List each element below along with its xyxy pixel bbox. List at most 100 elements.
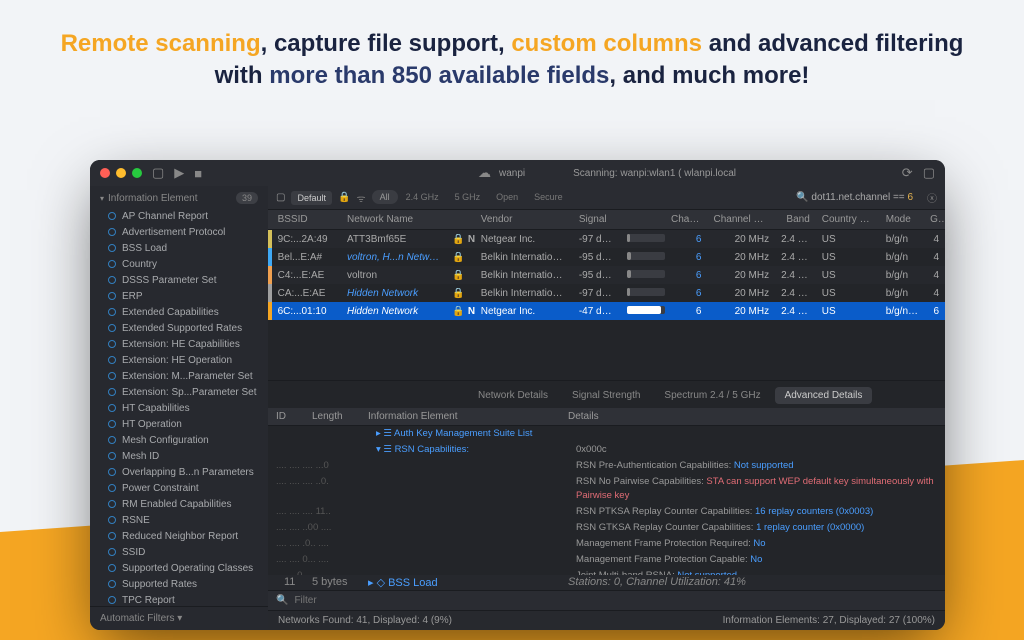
detail-row[interactable]: .... .... 0... ....Management Frame Prot… [268,552,945,568]
bullet-icon [108,484,116,492]
menu-icon[interactable]: ▢ [923,165,935,181]
sidebar-item[interactable]: Overlapping B...n Parameters [90,464,268,480]
bullet-icon [108,212,116,220]
filter-input[interactable]: Filter [294,595,316,606]
sidebar-header[interactable]: ▾Information Element 39 [90,186,268,208]
table-row[interactable]: 6C:...01:10Hidden Network🔒NNetgear Inc.-… [268,302,945,320]
table-body[interactable]: 9C:...2A:49ATT3Bmf65E🔒NNetgear Inc.-97 d… [268,230,945,320]
bullet-icon [108,340,116,348]
marketing-headline: Remote scanning, capture file support, c… [0,0,1024,105]
col-country-code[interactable]: Country Code [816,214,880,225]
minimize-icon[interactable] [116,168,126,178]
col-band[interactable]: Band [775,214,816,225]
app-window: ▢ ▶ ■ ☁ wanpi Scanning: wanpi:wlan1 ( wl… [90,160,945,630]
detail-row[interactable]: .... .... ..00 ....RSN GTKSA Replay Coun… [268,520,945,536]
sidebar-item[interactable]: SSID [90,544,268,560]
sidebar-item[interactable]: HT Capabilities [90,400,268,416]
window-titlebar: ▢ ▶ ■ ☁ wanpi Scanning: wanpi:wlan1 ( wl… [90,160,945,186]
sidebar-item[interactable]: Power Constraint [90,480,268,496]
bullet-icon [108,308,116,316]
sidebar-item[interactable]: Extension: HE Operation [90,352,268,368]
detail-row[interactable]: .... .... .... ...0RSN Pre-Authenticatio… [268,458,945,474]
detail-tab[interactable]: Network Details [468,387,558,404]
filter-pill[interactable]: 5 GHz [447,190,489,204]
filter-pill[interactable]: Open [488,190,526,204]
table-row[interactable]: 9C:...2A:49ATT3Bmf65E🔒NNetgear Inc.-97 d… [268,230,945,248]
detail-footer-row[interactable]: 11 5 bytes ▸ ◇ BSS Load Stations: 0, Cha… [268,575,945,590]
sidebar-item[interactable]: BSS Load [90,240,268,256]
sidebar-item[interactable]: Mesh ID [90,448,268,464]
detail-tab[interactable]: Signal Strength [562,387,650,404]
col-mode[interactable]: Mode [880,214,924,225]
close-icon[interactable] [100,168,110,178]
sidebar-item-label: HT Capabilities [122,403,190,414]
sidebar-item-label: Country [122,259,157,270]
filter-pill[interactable]: Secure [526,190,571,204]
table-row[interactable]: Bel...E:A#voltron, H...n Network🔒Belkin … [268,248,945,266]
detail-row[interactable]: .... ...0 .... ....Joint Multi-band RSNA… [268,568,945,575]
sidebar-item[interactable]: Country [90,256,268,272]
col-vendor[interactable]: Vendor [475,214,573,225]
profile-select[interactable]: Default [291,191,332,205]
sidebar-item[interactable]: Advertisement Protocol [90,224,268,240]
detail-row[interactable]: ▸ ☰ Auth Key Management Suite List [268,426,945,442]
sidebar-item[interactable]: Extended Supported Rates [90,320,268,336]
play-icon[interactable]: ▶ [174,165,184,181]
stop-icon[interactable]: ■ [194,166,202,181]
sidebar-item-label: Reduced Neighbor Report [122,531,238,542]
sidebar-item-label: Extension: M...Parameter Set [122,371,253,382]
wifi-icon: ᯤ [356,191,365,205]
detail-body[interactable]: ▸ ☰ Auth Key Management Suite List▾ ☰ RS… [268,426,945,575]
detail-row[interactable]: .... .... .0.. ....Management Frame Prot… [268,536,945,552]
sidebar: ▾Information Element 39 AP Channel Repor… [90,160,268,630]
filter-pill[interactable]: All [372,190,398,204]
sidebar-item[interactable]: Supported Operating Classes [90,560,268,576]
status-right: Information Elements: 27, Displayed: 27 … [723,615,935,626]
sidebar-item[interactable]: Supported Rates [90,576,268,592]
sidebar-item-label: HT Operation [122,419,182,430]
sidebar-item[interactable]: TPC Report [90,592,268,606]
search-field[interactable]: 🔍 dot11.net.channel == 6 [796,192,913,203]
filter-pill[interactable]: 2.4 GHz [398,190,447,204]
bullet-icon [108,596,116,604]
sidebar-item[interactable]: ERP [90,288,268,304]
sidebar-item[interactable]: RM Enabled Capabilities [90,496,268,512]
col-gen[interactable]: Ger [924,214,945,225]
sidebar-item[interactable]: Reduced Neighbor Report [90,528,268,544]
detail-row[interactable]: .... .... .... 11..RSN PTKSA Replay Coun… [268,504,945,520]
sidebar-item-label: Extension: HE Capabilities [122,339,240,350]
col-network-name[interactable]: Network Name [341,214,446,225]
col-signal[interactable]: Signal [573,214,621,225]
search-icon: 🔍 [276,595,288,606]
table-row[interactable]: CA:...E:AEHidden Network🔒Belkin Internat… [268,284,945,302]
sidebar-item[interactable]: Extension: M...Parameter Set [90,368,268,384]
main-panel: ▢ Default 🔒 ᯤ All2.4 GHz5 GHzOpenSecure … [268,160,945,630]
col-channel[interactable]: Channel [665,214,707,225]
sidebar-list[interactable]: AP Channel Report Advertisement ProtocolB… [90,208,268,606]
clear-search-icon[interactable]: ⓧ [927,190,937,205]
sidebar-item[interactable]: Extended Capabilities [90,304,268,320]
sidebar-toggle-icon[interactable]: ▢ [152,165,164,181]
traffic-lights[interactable] [100,168,142,178]
sidebar-item[interactable]: Mesh Configuration [90,432,268,448]
lock-icon: 🔒 [338,192,350,203]
sidebar-item[interactable]: Extension: Sp...Parameter Set [90,384,268,400]
table-row[interactable]: C4:...E:AEvoltron🔒Belkin International I… [268,266,945,284]
detail-header: ID Length Information Element Details [268,408,945,426]
detail-row[interactable]: .... .... .... ..0.RSN No Pairwise Capab… [268,474,945,504]
col-bssid[interactable]: BSSID [272,214,341,225]
lock-icon: 🔒 [446,288,462,299]
sidebar-item[interactable]: RSNE [90,512,268,528]
sidebar-footer[interactable]: Automatic Filters ▾ [90,606,268,630]
col-channel-width[interactable]: Channel Width [707,214,775,225]
detail-row[interactable]: ▾ ☰ RSN Capabilities:0x000c [268,442,945,458]
sidebar-item[interactable]: HT Operation [90,416,268,432]
sidebar-item[interactable]: DSSS Parameter Set [90,272,268,288]
maximize-icon[interactable] [132,168,142,178]
sidebar-item[interactable]: Extension: HE Capabilities [90,336,268,352]
sidebar-item-label: AP Channel Report [122,211,208,222]
detail-tab[interactable]: Advanced Details [775,387,873,404]
toolbar: ▢ Default 🔒 ᯤ All2.4 GHz5 GHzOpenSecure … [268,186,945,210]
sidebar-item[interactable]: AP Channel Report [90,208,268,224]
detail-tab[interactable]: Spectrum 2.4 / 5 GHz [654,387,770,404]
